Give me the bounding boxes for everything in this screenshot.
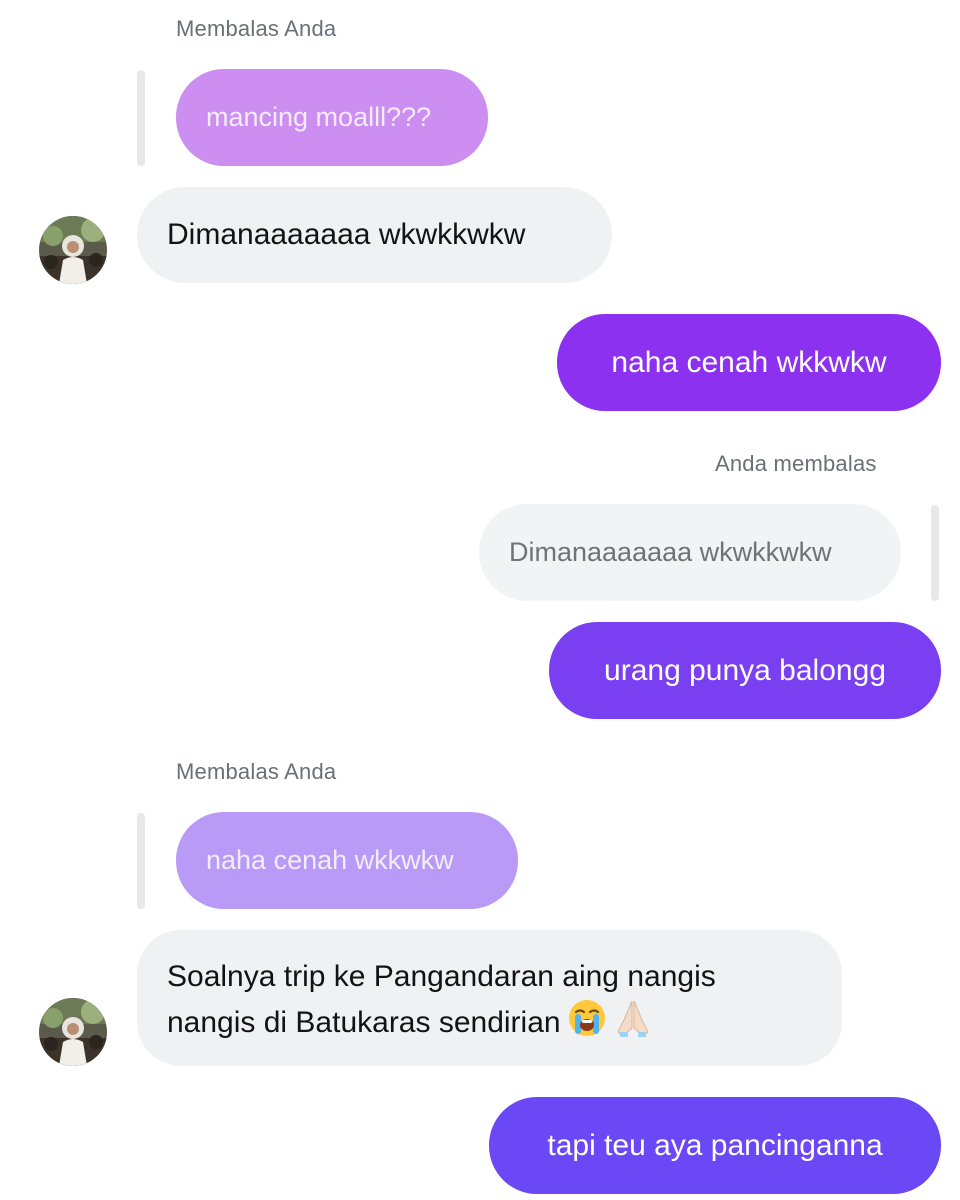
folded-hands-icon bbox=[613, 998, 653, 1050]
quoted-message-bubble[interactable]: mancing moalll??? bbox=[176, 69, 488, 166]
contact-avatar[interactable] bbox=[39, 998, 107, 1066]
message-line-text: nangis di Batukaras sendirian bbox=[167, 1006, 561, 1039]
incoming-message-bubble[interactable]: Dimanaaaaaaa wkwkkwkw bbox=[137, 187, 612, 283]
quoted-message-bubble[interactable]: Dimanaaaaaaa wkwkkwkw bbox=[479, 504, 901, 601]
reply-indicator-bar bbox=[931, 505, 939, 601]
contact-photo-icon bbox=[39, 998, 107, 1066]
loudly-crying-face-icon bbox=[567, 998, 607, 1050]
reply-caption: Membalas Anda bbox=[176, 759, 337, 784]
quoted-message-bubble[interactable]: naha cenah wkkwkw bbox=[176, 812, 518, 909]
message-line: Soalnya trip ke Pangandaran aing nangis bbox=[167, 960, 716, 993]
outgoing-message-bubble[interactable]: naha cenah wkkwkw bbox=[557, 314, 941, 411]
outgoing-message-bubble[interactable]: tapi teu aya pancinganna bbox=[489, 1097, 941, 1194]
reply-caption: Membalas Anda bbox=[176, 16, 337, 41]
reply-indicator-bar bbox=[137, 70, 145, 166]
contact-photo-icon bbox=[39, 216, 107, 284]
contact-avatar[interactable] bbox=[39, 216, 107, 284]
reply-caption: Anda membalas bbox=[715, 451, 877, 476]
message-line-with-emoji: nangis di Batukaras sendirian bbox=[167, 998, 842, 1050]
incoming-message-bubble[interactable]: Soalnya trip ke Pangandaran aing nangis … bbox=[137, 930, 842, 1066]
outgoing-message-bubble[interactable]: urang punya balongg bbox=[549, 622, 941, 719]
reply-indicator-bar bbox=[137, 813, 145, 909]
